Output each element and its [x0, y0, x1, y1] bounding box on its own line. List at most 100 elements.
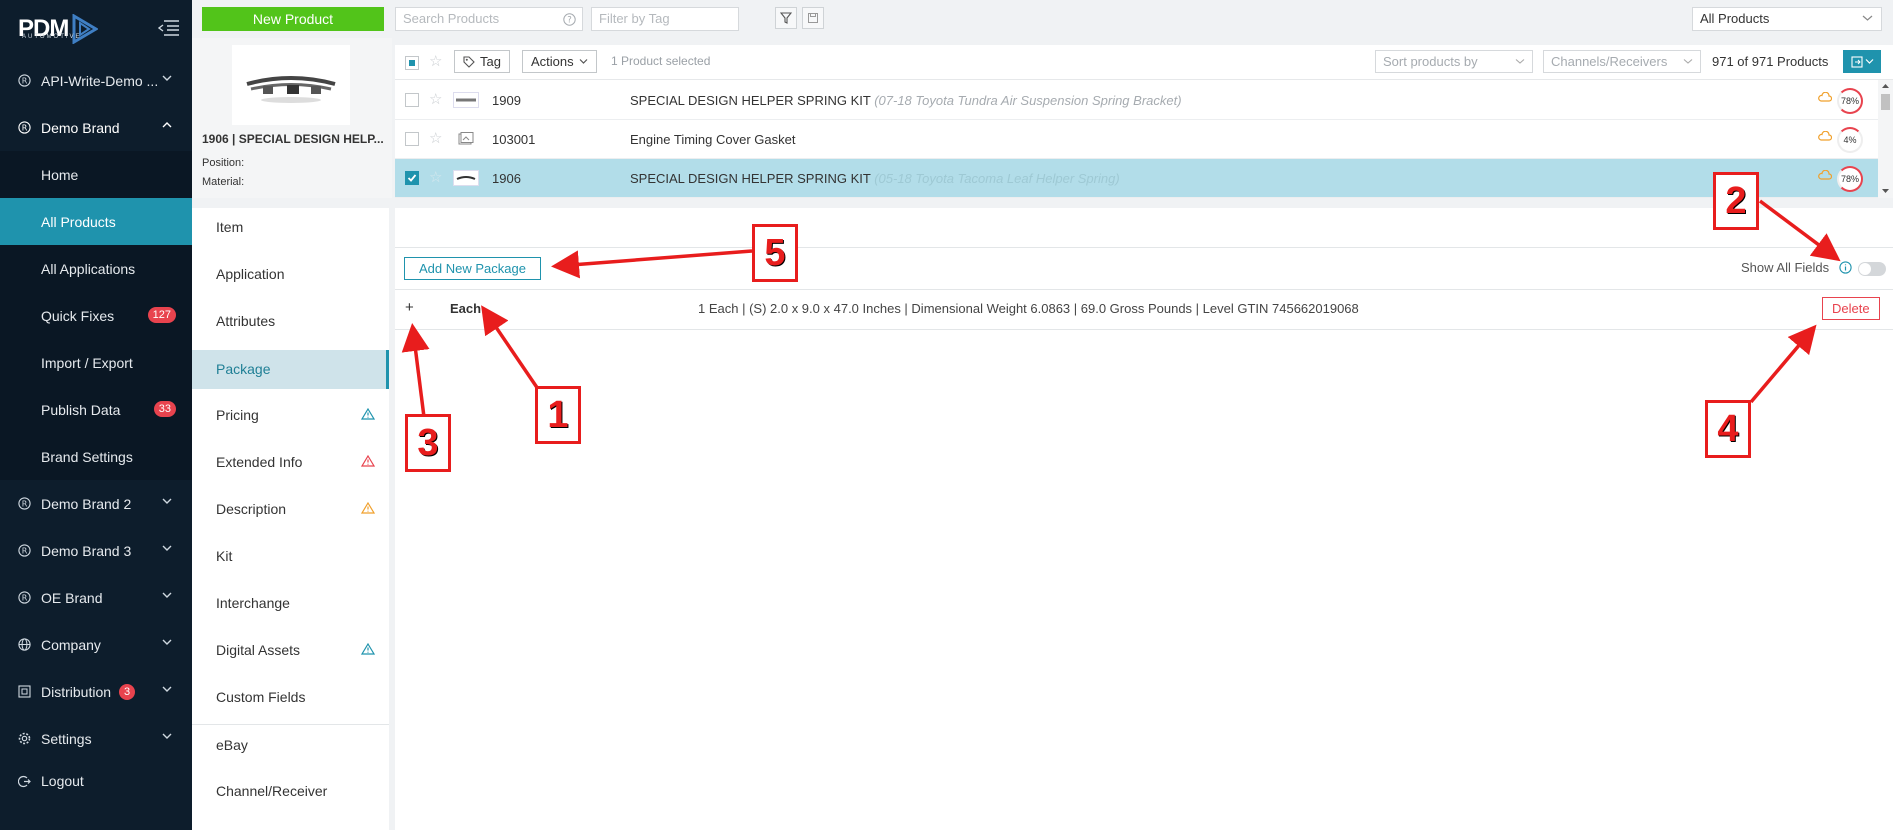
delete-package-button[interactable]: Delete: [1822, 297, 1880, 320]
scrollbar-thumb[interactable]: [1881, 94, 1890, 110]
nav-quick-fixes[interactable]: Quick Fixes 127: [0, 292, 192, 339]
cloud-icon: [1818, 131, 1832, 141]
tag-icon: [463, 55, 475, 68]
nav-label: OE Brand: [41, 589, 103, 606]
registered-icon: R: [17, 591, 31, 605]
tab-label: Application: [216, 266, 285, 282]
sidebar: PDM AUTOMOTIVE R API-Write-Demo ... R De…: [0, 0, 192, 830]
tag-filter-input[interactable]: Filter by Tag: [591, 7, 739, 31]
star-icon[interactable]: ☆: [429, 170, 442, 185]
tab-application[interactable]: Application: [192, 255, 389, 294]
brand-logo[interactable]: PDM AUTOMOTIVE: [0, 0, 192, 57]
nav-import-export[interactable]: Import / Export: [0, 339, 192, 386]
search-input[interactable]: Search Products ?: [395, 7, 583, 31]
nav-label: Demo Brand: [41, 119, 120, 136]
menu-collapse-icon[interactable]: [158, 19, 180, 37]
nav-home[interactable]: Home: [0, 151, 192, 198]
info-icon[interactable]: [1839, 261, 1852, 274]
channels-select[interactable]: Channels/Receivers: [1543, 50, 1701, 73]
saved-filter-button[interactable]: [802, 7, 824, 29]
tab-attributes[interactable]: Attributes: [192, 302, 389, 341]
tab-kit[interactable]: Kit: [192, 537, 389, 576]
select-all-checkbox[interactable]: [405, 56, 419, 70]
row-sku: 103001: [492, 132, 536, 147]
row-checkbox[interactable]: [405, 93, 419, 107]
nav-oe-brand[interactable]: R OE Brand: [0, 574, 192, 621]
list-scrollbar[interactable]: [1878, 80, 1893, 198]
top-bar: New Product Search Products ? Filter by …: [192, 0, 1893, 38]
star-icon[interactable]: ☆: [429, 54, 442, 69]
add-new-package-button[interactable]: Add New Package: [404, 257, 541, 280]
star-icon[interactable]: ☆: [429, 92, 442, 107]
filter-button[interactable]: [775, 7, 797, 29]
tab-package[interactable]: Package: [192, 350, 389, 389]
nav-all-applications[interactable]: All Applications: [0, 245, 192, 292]
tab-digital-assets[interactable]: Digital Assets: [192, 631, 389, 670]
show-all-fields-toggle[interactable]: [1858, 262, 1886, 276]
nav-logout[interactable]: Logout: [0, 762, 192, 800]
tab-custom-fields[interactable]: Custom Fields: [192, 678, 389, 717]
completion-indicator: 78%: [1837, 166, 1863, 192]
product-row[interactable]: ☆ 103001 Engine Timing Cover Gasket 4%: [395, 120, 1878, 159]
nav-label: Demo Brand 3: [41, 542, 132, 559]
scroll-down-icon[interactable]: [1881, 188, 1890, 194]
actions-button-label: Actions: [531, 54, 574, 69]
product-image[interactable]: [232, 45, 350, 125]
row-checkbox[interactable]: [405, 171, 419, 185]
nav-demo-brand-3[interactable]: R Demo Brand 3: [0, 527, 192, 574]
tab-label: Attributes: [216, 313, 276, 329]
spring-kit-image: [246, 76, 336, 103]
product-row[interactable]: ☆ 1909 SPECIAL DESIGN HELPER SPRING KIT …: [395, 81, 1878, 120]
callout-2: 2: [1713, 172, 1759, 230]
tag-button-label: Tag: [480, 54, 501, 69]
tab-item[interactable]: Item: [192, 208, 389, 247]
tab-label: Kit: [216, 548, 233, 564]
logo-subtitle: AUTOMOTIVE: [22, 34, 82, 40]
tab-ebay[interactable]: eBay: [192, 726, 389, 765]
count-badge: 3: [119, 683, 136, 700]
callout-1: 1: [535, 386, 581, 444]
tab-label: eBay: [216, 737, 248, 753]
tab-interchange[interactable]: Interchange: [192, 584, 389, 623]
error-triangle-icon: [361, 455, 375, 467]
tab-label: Custom Fields: [216, 689, 306, 705]
row-checkbox[interactable]: [405, 132, 419, 146]
tab-label: Pricing: [216, 407, 259, 423]
star-icon[interactable]: ☆: [429, 131, 442, 146]
view-mode-button[interactable]: [1843, 50, 1881, 73]
tab-pricing[interactable]: Pricing: [192, 396, 389, 435]
nav-demo-brand-2[interactable]: R Demo Brand 2: [0, 480, 192, 527]
row-thumbnail: [453, 170, 479, 186]
help-icon[interactable]: ?: [563, 13, 576, 26]
registered-icon: R: [17, 74, 31, 88]
tab-channel-receiver[interactable]: Channel/Receiver: [192, 772, 389, 811]
tab-label: Digital Assets: [216, 642, 301, 658]
row-name: SPECIAL DESIGN HELPER SPRING KIT (05-18 …: [630, 171, 1120, 186]
nav-publish-data[interactable]: Publish Data 33: [0, 386, 192, 433]
nav-distribution[interactable]: Distribution 3: [0, 668, 192, 715]
nav-company[interactable]: Company: [0, 621, 192, 668]
expand-package-button[interactable]: +: [405, 299, 414, 316]
view-select[interactable]: All Products: [1692, 7, 1882, 31]
nav-api-write-demo[interactable]: R API-Write-Demo ...: [0, 57, 192, 104]
row-title: Engine Timing Cover Gasket: [630, 132, 796, 147]
tab-description[interactable]: Description: [192, 490, 389, 529]
actions-button[interactable]: Actions: [522, 50, 597, 73]
tab-extended-info[interactable]: Extended Info: [192, 443, 389, 482]
new-product-button[interactable]: New Product: [202, 7, 384, 31]
product-row-selected[interactable]: ☆ 1906 SPECIAL DESIGN HELPER SPRING KIT …: [395, 159, 1878, 198]
nav-label: Brand Settings: [41, 448, 133, 465]
package-row[interactable]: + Each 1 Each | (S) 2.0 x 9.0 x 47.0 Inc…: [395, 289, 1893, 330]
nav-all-products[interactable]: All Products: [0, 198, 192, 245]
row-sku: 1909: [492, 93, 521, 108]
tag-button[interactable]: Tag: [454, 50, 510, 73]
sort-select[interactable]: Sort products by: [1375, 50, 1533, 73]
nav-demo-brand[interactable]: R Demo Brand: [0, 104, 192, 151]
nav-label: Quick Fixes: [41, 307, 115, 324]
nav-settings[interactable]: Settings: [0, 715, 192, 762]
divider: [192, 724, 389, 725]
scroll-up-icon[interactable]: [1881, 83, 1890, 89]
nav-brand-settings[interactable]: Brand Settings: [0, 433, 192, 480]
count-badge: 127: [147, 307, 176, 323]
cloud-icon: [1818, 170, 1832, 180]
